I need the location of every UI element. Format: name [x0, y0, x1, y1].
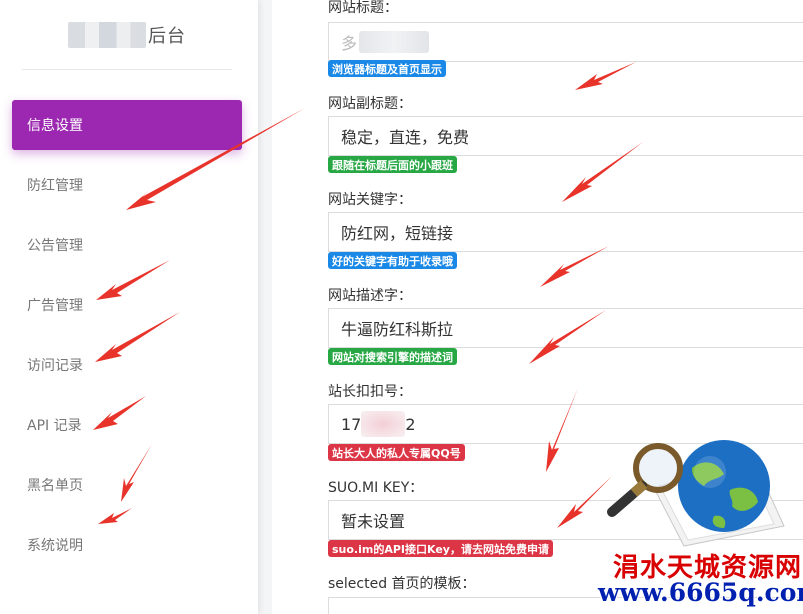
sidebar-item-ads[interactable]: 广告管理 [12, 280, 242, 330]
site-title-value: 多 [341, 34, 358, 53]
sidebar-item-info-settings[interactable]: 信息设置 [12, 100, 242, 150]
suomi-key-label: SUO.MI KEY： [328, 480, 424, 496]
sidebar-item-announcements[interactable]: 公告管理 [12, 220, 242, 270]
keywords-value: 防红网，短链接 [341, 224, 454, 243]
sidebar-item-label: 信息设置 [27, 118, 83, 134]
qq-label: 站长扣扣号： [328, 384, 412, 400]
site-title-input[interactable]: 多 [328, 22, 803, 62]
qq-hint-badge: 站长大人的私人专属QQ号 [328, 444, 465, 461]
sidebar-item-label: 广告管理 [27, 298, 83, 314]
site-title-label: 网站标题： [328, 0, 398, 16]
description-hint-badge: 网站对搜索引擎的描述词 [328, 348, 457, 365]
site-subtitle-hint-badge: 跟随在标题后面的小跟班 [328, 156, 457, 173]
site-title-hint-badge: 浏览器标题及首页显示 [328, 60, 446, 77]
sidebar-item-visit-log[interactable]: 访问记录 [12, 340, 242, 390]
sidebar-item-anti-red[interactable]: 防红管理 [12, 160, 242, 210]
keywords-input[interactable]: 防红网，短链接 [328, 212, 803, 252]
site-title-blur [359, 31, 430, 53]
sidebar-item-label: 黑名单页 [27, 478, 83, 494]
watermark-url: www.6665q.com [598, 578, 803, 607]
brand: 后台 [22, 0, 232, 70]
sidebar-item-blacklist[interactable]: 黑名单页 [12, 460, 242, 510]
description-label: 网站描述字： [328, 288, 412, 304]
sidebar-item-label: 公告管理 [27, 238, 83, 254]
sidebar-item-label: API 记录 [27, 418, 82, 434]
sidebar: 后台 信息设置 防红管理 公告管理 广告管理 访问记录 API 记录 黑名单页 … [0, 0, 258, 614]
keywords-hint-badge: 好的关键字有助于收录哦 [328, 252, 457, 269]
sidebar-item-label: 系统说明 [27, 538, 83, 554]
qq-value-prefix: 17 [341, 414, 362, 434]
site-subtitle-label: 网站副标题： [328, 96, 412, 112]
qq-value-suffix: 2 [405, 414, 416, 434]
brand-suffix: 后台 [148, 25, 186, 47]
qq-value-blur [361, 411, 406, 437]
suomi-key-value: 暂未设置 [341, 512, 406, 531]
site-subtitle-input[interactable]: 稳定，直连，免费 [328, 116, 803, 156]
sidebar-item-api-log[interactable]: API 记录 [12, 400, 242, 450]
sidebar-item-system-info[interactable]: 系统说明 [12, 520, 242, 570]
description-value: 牛逼防红科斯拉 [341, 320, 454, 339]
brand-blurred-name [68, 21, 146, 48]
admin-window: 后台 信息设置 防红管理 公告管理 广告管理 访问记录 API 记录 黑名单页 … [0, 0, 803, 614]
sidebar-item-label: 访问记录 [27, 358, 83, 374]
keywords-label: 网站关键字： [328, 192, 412, 208]
site-subtitle-value: 稳定，直连，免费 [341, 128, 470, 147]
description-input[interactable]: 牛逼防红科斯拉 [328, 308, 803, 348]
suomi-key-hint-badge: suo.im的API接口Key，请去网站免费申请 [328, 540, 553, 557]
sidebar-item-label: 防红管理 [27, 178, 83, 194]
globe-magnifier-icon [607, 440, 785, 547]
template-label: selected 首页的模板： [328, 576, 476, 592]
